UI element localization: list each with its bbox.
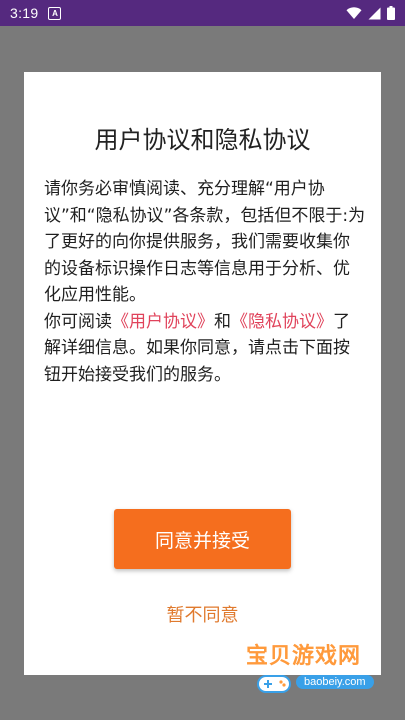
status-time: 3:19 xyxy=(10,5,39,21)
notification-icon: A xyxy=(48,6,62,20)
watermark: 宝贝游戏网 baobeiy.com xyxy=(236,632,386,702)
battery-icon xyxy=(387,6,395,20)
user-agreement-link[interactable]: 《用户协议》 xyxy=(112,312,214,332)
signal-icon xyxy=(368,7,381,19)
privacy-agreement-link[interactable]: 《隐私协议》 xyxy=(231,312,333,332)
agreement-dialog: 用户协议和隐私协议 请你务必审慎阅读、充分理解“用户协议”和“隐私协议”各条款，… xyxy=(24,72,381,675)
agreement-paragraph-1: 请你务必审慎阅读、充分理解“用户协议”和“隐私协议”各条款，包括但不限于:为了更… xyxy=(44,179,366,305)
watermark-name: 宝贝游戏网 xyxy=(246,644,362,669)
agreement-text: 请你务必审慎阅读、充分理解“用户协议”和“隐私协议”各条款，包括但不限于:为了更… xyxy=(44,176,366,388)
wifi-icon xyxy=(346,6,362,19)
dialog-title: 用户协议和隐私协议 xyxy=(94,126,311,154)
agreement-paragraph-2: 你可阅读《用户协议》和《隐私协议》了解详细信息。如果你同意，请点击下面按钮开始接… xyxy=(44,309,366,389)
status-icons xyxy=(346,6,395,20)
decline-button[interactable]: 暂不同意 xyxy=(24,600,381,628)
watermark-url: baobeiy.com xyxy=(296,675,374,689)
gamepad-logo-icon xyxy=(257,675,291,693)
paragraph-2-middle: 和 xyxy=(214,311,231,332)
paragraph-2-prefix: 你可阅读 xyxy=(44,311,112,332)
status-bar: 3:19 A xyxy=(0,0,405,26)
agree-button[interactable]: 同意并接受 xyxy=(114,509,291,569)
